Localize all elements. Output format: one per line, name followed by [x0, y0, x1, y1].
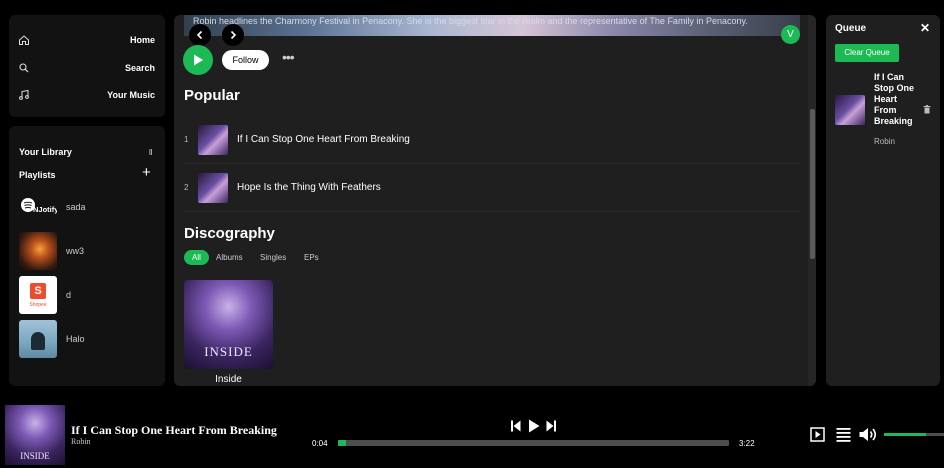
queue-item-artist: Robin [874, 137, 895, 146]
library-title: Your Library [19, 147, 72, 157]
queue-item-cover [835, 95, 865, 125]
now-playing-view-icon[interactable] [810, 427, 825, 442]
library-panel: Your Library ll Playlists + NJotify sada… [9, 126, 165, 386]
shopee-bag-icon: S [30, 283, 46, 299]
music-note-icon [19, 89, 29, 100]
playlist-name: Halo [66, 334, 85, 344]
queue-title: Queue [835, 23, 867, 34]
njotify-logo-icon: NJotify [21, 198, 57, 214]
halo-figure-icon [31, 332, 45, 350]
scrollbar[interactable] [808, 15, 816, 386]
home-icon [19, 35, 29, 45]
player-cover: INSIDE [5, 405, 65, 465]
next-icon[interactable] [546, 420, 556, 432]
nav-home[interactable]: Home [9, 30, 165, 50]
play-icon [194, 54, 203, 66]
user-avatar[interactable]: V [781, 25, 800, 44]
player-cover-text: INSIDE [20, 451, 50, 461]
search-icon [19, 63, 29, 73]
player-bar: INSIDE If I Can Stop One Heart From Brea… [0, 399, 944, 468]
nav-your-music-label: Your Music [107, 90, 155, 100]
forward-button[interactable] [222, 24, 244, 46]
filter-eps[interactable]: EPs [296, 250, 327, 265]
filter-all[interactable]: All [184, 250, 209, 265]
playlist-name: d [66, 290, 72, 300]
filter-albums[interactable]: Albums [208, 250, 251, 265]
track-number: 1 [184, 135, 189, 144]
scrollbar-thumb[interactable] [810, 109, 815, 259]
filter-singles[interactable]: Singles [252, 250, 294, 265]
back-button[interactable] [189, 24, 211, 46]
playlists-label: Playlists [19, 170, 56, 180]
playlist-item[interactable]: Halo [19, 320, 159, 358]
queue-item[interactable]: If I Can Stop One Heart From Breaking Ro… [835, 71, 935, 151]
album-cover: INSIDE [184, 280, 273, 369]
album-card[interactable]: INSIDE Inside [184, 280, 273, 388]
shopee-logo-text: Shopee [29, 302, 47, 308]
follow-button[interactable]: Follow [222, 50, 269, 70]
volume-slider[interactable] [884, 433, 944, 436]
queue-icon[interactable] [836, 427, 851, 442]
track-cover [198, 124, 228, 155]
player-track-artist: Robin [71, 437, 91, 446]
nav-search[interactable]: Search [9, 58, 165, 78]
playlist-item[interactable]: S Shopee d [19, 276, 159, 314]
artist-play-button[interactable] [183, 45, 213, 75]
volume-icon[interactable] [859, 427, 878, 442]
chevron-right-icon [230, 30, 237, 40]
playlist-cover [19, 320, 57, 358]
queue-item-title: If I Can Stop One Heart From Breaking [874, 72, 914, 126]
nav-search-label: Search [124, 63, 155, 73]
track-row[interactable]: 2 Hope Is the Thing With Feathers [184, 164, 800, 212]
volume-fill [884, 433, 926, 436]
artist-banner-text: Robin headlines the Charmony Festival in… [193, 16, 748, 26]
close-queue-icon[interactable]: ✕ [920, 21, 930, 35]
duration-time: 3:22 [739, 439, 755, 448]
playlist-name: ww3 [66, 246, 85, 256]
previous-icon[interactable] [511, 420, 521, 432]
album-title: Inside [215, 374, 242, 385]
nav-panel: Home Search Your Music [9, 15, 165, 117]
artist-banner: Robin headlines the Charmony Festival in… [184, 15, 800, 36]
playlist-item[interactable]: ww3 [19, 232, 159, 270]
collapse-library-icon[interactable]: ll [149, 148, 153, 157]
clear-queue-button[interactable]: Clear Queue [835, 44, 899, 62]
progress-fill [338, 440, 346, 446]
playlist-name: sada [66, 202, 86, 212]
add-playlist-button[interactable]: + [142, 165, 151, 180]
chevron-left-icon [196, 30, 203, 40]
track-title: If I Can Stop One Heart From Breaking [237, 134, 410, 145]
player-track-title: If I Can Stop One Heart From Breaking [71, 423, 277, 437]
nav-home-label: Home [129, 35, 155, 45]
njotify-logo-text: NJotify [33, 205, 57, 214]
track-title: Hope Is the Thing With Feathers [237, 182, 381, 193]
progress-bar[interactable] [338, 440, 729, 446]
playlist-item[interactable]: NJotify sada [19, 188, 159, 226]
discography-heading: Discography [184, 225, 275, 242]
elapsed-time: 0:04 [312, 439, 328, 448]
track-row[interactable]: 1 If I Can Stop One Heart From Breaking [184, 116, 800, 164]
playlist-cover: NJotify [19, 188, 57, 226]
more-options-icon[interactable]: ••• [282, 50, 295, 64]
track-cover [198, 172, 228, 203]
album-cover-text: INSIDE [204, 344, 253, 359]
playlist-cover: S Shopee [19, 276, 57, 314]
play-pause-icon[interactable] [528, 419, 540, 433]
track-number: 2 [184, 183, 189, 192]
playlist-cover [19, 232, 57, 270]
trash-icon[interactable] [923, 105, 931, 114]
popular-heading: Popular [184, 87, 240, 104]
nav-your-music[interactable]: Your Music [9, 85, 165, 105]
queue-panel: Queue ✕ Clear Queue If I Can Stop One He… [826, 15, 940, 386]
